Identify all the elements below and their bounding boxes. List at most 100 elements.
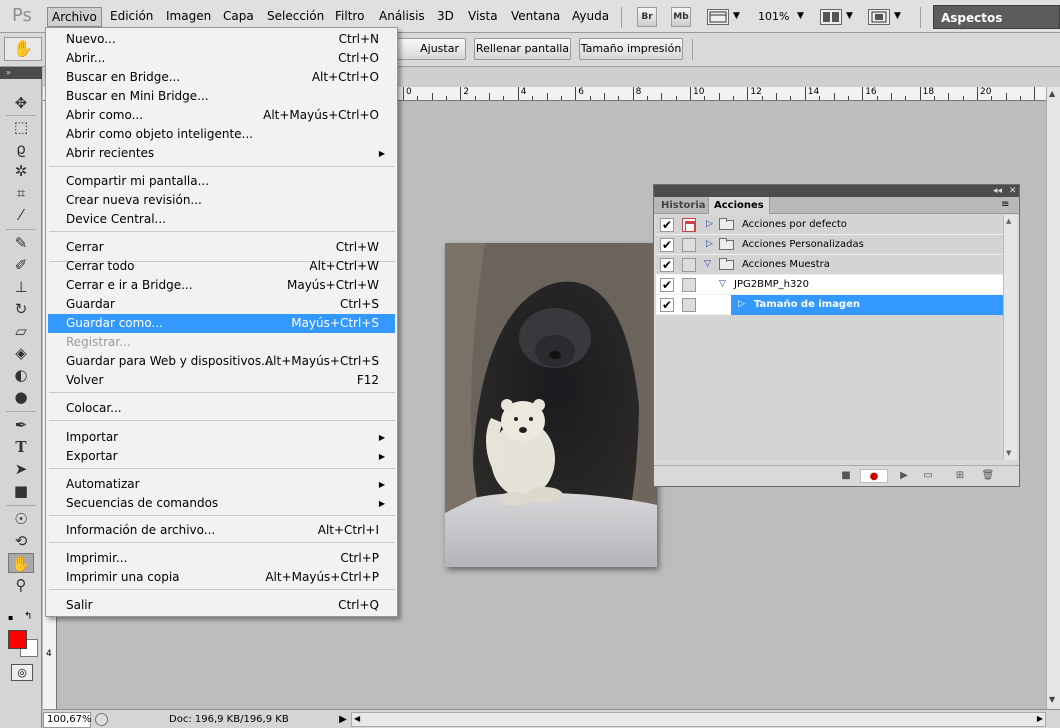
menu-item-exportar[interactable]: Exportar ▶ xyxy=(48,447,395,466)
default-colors-icon[interactable]: ▪ xyxy=(8,613,18,623)
pen-tool-icon[interactable]: ✒ xyxy=(8,415,34,435)
menu-item-cerrar-todo[interactable]: Cerrar todo Alt+Ctrl+W xyxy=(48,257,395,276)
expanded-triangle-icon[interactable]: ▽ xyxy=(719,278,726,291)
panel-close-icon[interactable]: ✕ xyxy=(1009,185,1017,197)
menu-item-nuevo[interactable]: Nuevo... Ctrl+N xyxy=(48,30,395,49)
menu-capa[interactable]: Capa xyxy=(219,7,258,27)
document-image[interactable] xyxy=(445,243,657,567)
panel-collapse-icon[interactable]: ◂◂ xyxy=(993,185,1002,197)
tab-acciones[interactable]: Acciones xyxy=(708,197,770,214)
status-menu-arrow-icon[interactable]: ▶ xyxy=(337,712,349,727)
horizontal-scrollbar[interactable]: ◀ ▶ xyxy=(351,712,1046,727)
menu-item-secuencias-de-comandos[interactable]: Secuencias de comandos ▶ xyxy=(48,494,395,513)
action-set-row[interactable]: ✔ ▷ Acciones Personalizadas xyxy=(656,235,1003,255)
menu-item-salir[interactable]: Salir Ctrl+Q xyxy=(48,596,395,615)
quick-selection-tool-icon[interactable]: ✲ xyxy=(8,161,34,181)
delete-icon[interactable]: 🗑 xyxy=(980,469,996,483)
type-tool-icon[interactable]: T xyxy=(8,437,34,457)
dialog-toggle-icon[interactable] xyxy=(682,218,696,232)
mini-bridge-button[interactable]: Mb xyxy=(671,7,691,27)
menu-item-cerrar-e-ir-a-bridge[interactable]: Cerrar e ir a Bridge... Mayús+Ctrl+W xyxy=(48,276,395,295)
bridge-button[interactable]: Br xyxy=(637,7,657,27)
menu-analisis[interactable]: Análisis xyxy=(375,7,429,27)
action-set-row[interactable]: ✔ ▽ Acciones Muestra xyxy=(656,255,1003,275)
chevron-down-icon[interactable]: ▼ xyxy=(846,11,853,21)
path-selection-tool-icon[interactable]: ➤ xyxy=(8,459,34,479)
paint-bucket-tool-icon[interactable]: ◈ xyxy=(8,343,34,363)
menu-item-importar[interactable]: Importar ▶ xyxy=(48,428,395,447)
dialog-toggle-icon[interactable] xyxy=(682,258,696,272)
menu-item-automatizar[interactable]: Automatizar ▶ xyxy=(48,475,395,494)
scroll-up-icon[interactable]: ▲ xyxy=(1006,217,1011,225)
swap-colors-icon[interactable]: ↰ xyxy=(24,611,32,622)
menu-item-guardar-para-web-y-dispositivos[interactable]: Guardar para Web y dispositivos... Alt+Ma… xyxy=(48,352,395,371)
menu-3d[interactable]: 3D xyxy=(433,7,458,27)
foreground-color-swatch[interactable] xyxy=(8,630,27,649)
collapsed-triangle-icon[interactable]: ▷ xyxy=(706,218,713,231)
scroll-right-icon[interactable]: ▶ xyxy=(1037,714,1043,723)
menu-archivo[interactable]: Archivo xyxy=(47,7,102,27)
move-tool-icon[interactable]: ✥ xyxy=(8,93,34,113)
eraser-tool-icon[interactable]: ▱ xyxy=(8,321,34,341)
vertical-scrollbar[interactable]: ▲ ▼ xyxy=(1046,87,1060,709)
quick-mask-icon[interactable]: ◎ xyxy=(11,664,33,681)
action-row[interactable]: ✔ ▽ JPG2BMP_h320 xyxy=(656,275,1003,295)
menu-item-compartir-mi-pantalla[interactable]: Compartir mi pantalla... xyxy=(48,172,395,191)
zoom-tool-icon[interactable]: ⚲ xyxy=(8,575,34,595)
menu-item-guardar-como[interactable]: Guardar como... Mayús+Ctrl+S xyxy=(48,314,395,333)
menu-edicion[interactable]: Edición xyxy=(106,7,157,27)
collapsed-triangle-icon[interactable]: ▷ xyxy=(706,238,713,251)
marquee-tool-icon[interactable]: ⬚ xyxy=(8,117,34,137)
3d-rotate-tool-icon[interactable]: ☉ xyxy=(8,509,34,529)
panel-menu-icon[interactable]: ≡ xyxy=(1001,199,1009,210)
expanded-triangle-icon[interactable]: ▽ xyxy=(704,258,711,271)
menu-item-abrir[interactable]: Abrir... Ctrl+O xyxy=(48,49,395,68)
chevron-down-icon[interactable]: ▼ xyxy=(733,11,740,21)
menu-item-registrar[interactable]: Registrar... xyxy=(48,333,395,352)
menu-item-abrir-recientes[interactable]: Abrir recientes ▶ xyxy=(48,144,395,163)
new-action-icon[interactable]: ⊞ xyxy=(952,469,968,483)
menu-vista[interactable]: Vista xyxy=(464,7,502,27)
tab-historia[interactable]: Historia xyxy=(656,197,711,214)
menu-item-device-central[interactable]: Device Central... xyxy=(48,210,395,229)
toggle-check-icon[interactable]: ✔ xyxy=(660,238,674,252)
dodge-tool-icon[interactable]: ● xyxy=(8,387,34,407)
hand-tool-icon[interactable]: ✋ xyxy=(8,553,34,573)
scroll-left-icon[interactable]: ◀ xyxy=(354,714,360,723)
chevron-down-icon[interactable]: ▼ xyxy=(797,11,804,21)
fill-screen-button[interactable]: Rellenar pantalla xyxy=(474,38,571,60)
scroll-down-icon[interactable]: ▼ xyxy=(1006,449,1011,457)
arrange-documents-icon[interactable] xyxy=(820,9,842,25)
toggle-check-icon[interactable]: ✔ xyxy=(660,258,674,272)
scroll-up-icon[interactable]: ▲ xyxy=(1049,89,1055,98)
lasso-tool-icon[interactable]: ϱ xyxy=(8,139,34,159)
dialog-toggle-icon[interactable] xyxy=(682,278,696,292)
record-icon[interactable]: ● xyxy=(860,469,888,483)
screen-mode-icon[interactable] xyxy=(868,9,890,25)
zoom-level[interactable]: 101% xyxy=(758,10,789,23)
rectangle-tool-icon[interactable]: ■ xyxy=(8,481,34,501)
menu-ventana[interactable]: Ventana xyxy=(507,7,564,27)
extras-view-icon[interactable] xyxy=(707,9,729,25)
menu-item-información-de-archivo[interactable]: Información de archivo... Alt+Ctrl+I xyxy=(48,521,395,540)
menu-item-imprimir-una-copia[interactable]: Imprimir una copia Alt+Mayús+Ctrl+P xyxy=(48,568,395,587)
menu-imagen[interactable]: Imagen xyxy=(162,7,215,27)
menu-item-cerrar[interactable]: Cerrar Ctrl+W xyxy=(48,238,395,257)
chevron-down-icon[interactable]: ▼ xyxy=(894,11,901,21)
menu-ayuda[interactable]: Ayuda xyxy=(568,7,613,27)
toggle-check-icon[interactable]: ✔ xyxy=(660,218,674,232)
toggle-check-icon[interactable]: ✔ xyxy=(660,278,674,292)
stop-icon[interactable]: ■ xyxy=(838,469,854,483)
panel-titlebar[interactable]: ◂◂ ✕ xyxy=(654,185,1019,197)
crop-tool-icon[interactable]: ⌗ xyxy=(8,183,34,203)
history-brush-tool-icon[interactable]: ↻ xyxy=(8,299,34,319)
dialog-toggle-icon[interactable] xyxy=(682,238,696,252)
new-set-folder-icon[interactable]: ▭ xyxy=(920,469,936,483)
collapsed-triangle-icon[interactable]: ▷ xyxy=(738,298,745,311)
3d-orbit-tool-icon[interactable]: ⟲ xyxy=(8,531,34,551)
menu-item-colocar[interactable]: Colocar... xyxy=(48,399,395,418)
menu-seleccion[interactable]: Selección xyxy=(263,7,328,27)
menu-item-abrir-como[interactable]: Abrir como... Alt+Mayús+Ctrl+O xyxy=(48,106,395,125)
menu-filtro[interactable]: Filtro xyxy=(331,7,368,27)
tools-panel-collapse-icon[interactable]: » xyxy=(0,67,42,79)
